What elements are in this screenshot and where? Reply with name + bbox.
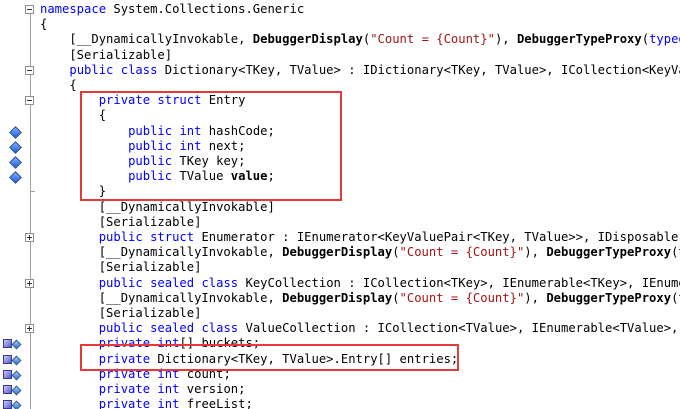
code-token: { — [40, 78, 77, 92]
code-token: private — [98, 397, 151, 409]
code-token: "Count = {Count}" — [399, 245, 525, 260]
code-line[interactable]: [Serializable] — [40, 214, 202, 230]
code-token: KeyCollection : ICollection<TKey>, IEnum… — [238, 275, 680, 290]
highlight-box-entry-struct — [80, 91, 342, 201]
expand-icon[interactable] — [25, 278, 34, 288]
code-token: ValueCollection : ICollection<TValue>, I… — [238, 321, 680, 336]
code-token: System.Collections.Generic — [106, 2, 305, 16]
code-token: int — [157, 397, 180, 409]
code-token: [Serializable] — [40, 214, 202, 229]
code-line[interactable]: namespace System.Collections.Generic — [40, 2, 304, 17]
collapse-icon[interactable] — [25, 65, 34, 75]
code-token: freeList; — [179, 397, 253, 409]
code-token: int — [157, 382, 180, 396]
field-icon — [11, 400, 22, 409]
code-token: public — [98, 321, 143, 336]
code-token: struct — [150, 230, 195, 244]
code-token: ), — [524, 290, 547, 305]
code-line[interactable]: public sealed class ValueCollection : IC… — [40, 321, 680, 336]
code-line[interactable]: { — [40, 78, 77, 93]
expand-icon[interactable] — [25, 324, 34, 334]
code-token: DebuggerDisplay — [252, 32, 363, 47]
member-icon — [3, 369, 12, 379]
field-icon — [11, 385, 22, 396]
code-line[interactable]: private int version; — [40, 382, 246, 397]
code-token: version; — [179, 382, 246, 396]
code-line[interactable]: [Serializable] — [40, 306, 202, 321]
code-token: private — [98, 382, 151, 396]
code-token: ( — [392, 245, 400, 260]
code-token: [__DynamicallyInvokable, — [40, 290, 283, 305]
code-token: sealed — [150, 321, 195, 336]
code-token: class — [201, 275, 239, 290]
code-line[interactable]: public class Dictionary<TKey, TValue> : … — [40, 63, 680, 78]
code-token: class — [201, 321, 239, 336]
code-token: [__DynamicallyInvokable, — [40, 32, 253, 47]
field-icon — [11, 355, 22, 366]
field-icon — [9, 140, 22, 154]
member-icon — [3, 354, 12, 364]
code-line[interactable]: { — [40, 17, 47, 32]
code-editor[interactable]: namespace System.Collections.Generic{ [_… — [0, 0, 680, 409]
field-icon — [9, 156, 22, 169]
code-token: public — [98, 230, 143, 244]
code-token: "Count = {Count}" — [399, 290, 525, 305]
field-icon — [9, 171, 22, 185]
code-line[interactable]: private int freeList; — [40, 397, 253, 409]
fold-end — [30, 191, 35, 193]
code-token: [Serializable] — [40, 260, 202, 275]
code-token: ), — [524, 245, 547, 260]
code-line[interactable]: [__DynamicallyInvokable] — [40, 200, 275, 215]
code-token: ), — [494, 32, 517, 47]
code-token: typeof — [649, 32, 680, 47]
code-line[interactable]: [__DynamicallyInvokable, DebuggerDisplay… — [40, 291, 680, 306]
collapse-icon[interactable] — [25, 5, 34, 14]
code-token: [__DynamicallyInvokable] — [40, 199, 275, 214]
code-token: Enumerator : IEnumerator<KeyValuePair<TK… — [194, 230, 680, 244]
code-token: sealed — [150, 275, 195, 290]
code-token: DebuggerTypeProxy — [546, 290, 672, 305]
code-token: class — [120, 62, 158, 77]
expand-icon[interactable] — [25, 233, 34, 242]
code-line[interactable]: public sealed class KeyCollection : ICol… — [40, 276, 680, 291]
field-icon — [9, 125, 22, 139]
code-line[interactable]: [Serializable] — [40, 48, 172, 63]
code-token: ( — [641, 32, 650, 47]
code-token: DebuggerTypeProxy — [516, 32, 642, 47]
highlight-box-entries-field — [80, 344, 459, 371]
code-line[interactable]: [__DynamicallyInvokable, DebuggerDisplay… — [40, 245, 680, 260]
code-line[interactable]: public struct Enumerator : IEnumerator<K… — [40, 230, 680, 245]
code-token: [Serializable] — [40, 306, 202, 320]
code-token: namespace — [40, 2, 107, 16]
gutter — [0, 0, 22, 409]
code-token: DebuggerTypeProxy — [546, 245, 672, 260]
code-token: public — [98, 275, 143, 290]
field-icon — [11, 370, 22, 381]
code-token: { — [40, 17, 48, 32]
code-token: public — [69, 62, 114, 77]
code-line[interactable]: [__DynamicallyInvokable, DebuggerDisplay… — [40, 32, 680, 47]
code-token: DebuggerDisplay — [282, 290, 393, 305]
code-token: DebuggerDisplay — [282, 245, 393, 260]
collapse-icon[interactable] — [25, 96, 34, 106]
field-icon — [11, 339, 22, 350]
code-token: [Serializable] — [40, 47, 173, 62]
code-token: "Count = {Count}" — [370, 32, 495, 47]
code-token: ( — [392, 290, 400, 305]
code-token: [__DynamicallyInvokable, — [40, 245, 283, 260]
code-token: Dictionary<TKey, TValue> : IDictionary<T… — [157, 62, 680, 77]
code-line[interactable]: [Serializable] — [40, 260, 202, 275]
